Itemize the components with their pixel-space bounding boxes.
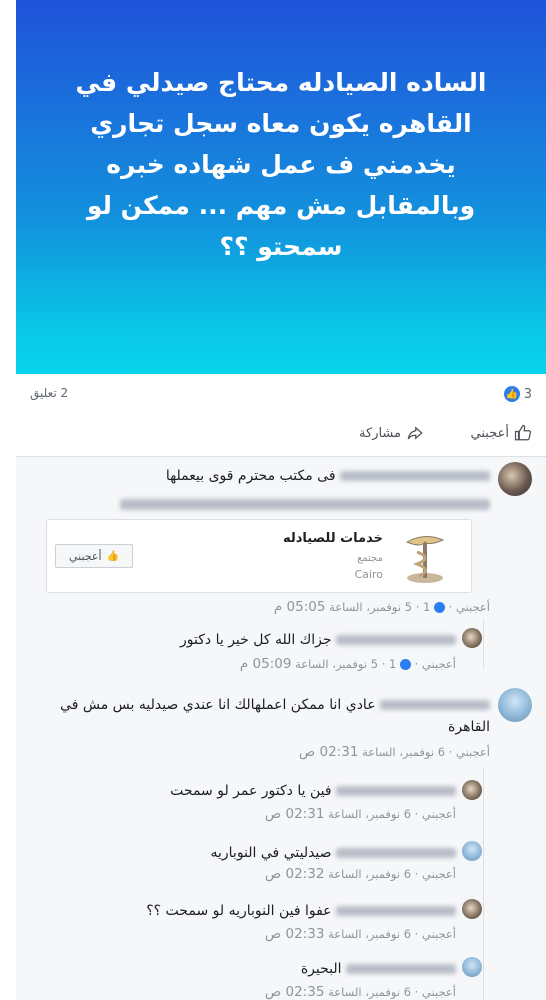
like-badge-icon <box>434 602 446 613</box>
share-arrow-icon <box>407 426 423 440</box>
comment-author-blurred[interactable] <box>340 471 490 481</box>
post-image-banner[interactable]: الساده الصيادله محتاج صيدلي في القاهره ي… <box>16 0 546 374</box>
comment-4: فين يا دكتور عمر لو سمحت <box>56 781 456 801</box>
page-category: مجتمع <box>357 553 383 564</box>
page-logo <box>393 526 457 586</box>
avatar[interactable] <box>462 841 482 861</box>
comment-3: عادي انا ممكن اعملهالك انا عندي صيدليه ب… <box>60 697 490 735</box>
like-badge-icon <box>400 659 412 670</box>
comment-5: صيدليتي في النوباريه <box>56 843 456 863</box>
comment-author-blurred[interactable] <box>336 848 456 858</box>
thumbs-up-icon: 👍 <box>106 550 119 562</box>
reply-thread-line <box>483 768 484 1000</box>
post-text: الساده الصيادله محتاج صيدلي في القاهره ي… <box>75 68 487 261</box>
comment-1-meta: أعجبني · 1 · 5 نوفمبر، الساعة 05:05 م <box>273 599 490 615</box>
comment-2: جزاك الله كل خير يا دكتور <box>56 630 456 650</box>
like-button[interactable]: أعجبني <box>471 424 532 442</box>
avatar[interactable] <box>462 957 482 977</box>
comment-1: فى مكتب محترم قوى بيعملها <box>50 466 490 486</box>
avatar[interactable] <box>498 688 532 722</box>
comment-5-meta: أعجبني · 6 نوفمبر، الساعة 02:32 ص <box>264 866 456 882</box>
comment-author-blurred[interactable] <box>380 700 490 710</box>
comment-2-meta: أعجبني · 1 · 5 نوفمبر، الساعة 05:09 م <box>239 656 456 672</box>
comment-link-blurred[interactable] <box>120 494 490 510</box>
avatar[interactable] <box>462 628 482 648</box>
comment-count[interactable]: 2 تعليق <box>30 386 68 400</box>
like-badge-icon: 👍 <box>503 386 520 402</box>
avatar[interactable] <box>498 462 532 496</box>
page-title[interactable]: خدمات للصيادله <box>283 531 383 546</box>
avatar[interactable] <box>462 780 482 800</box>
comment-6-meta: أعجبني · 6 نوفمبر، الساعة 02:33 ص <box>264 926 456 942</box>
share-button[interactable]: مشاركة <box>359 424 424 442</box>
reactions-bar: 👍 3 2 تعليق <box>16 374 546 417</box>
like-count[interactable]: 👍 3 <box>503 386 532 402</box>
comment-7-meta: أعجبني · 6 نوفمبر، الساعة 02:35 ص <box>264 984 456 1000</box>
comment-author-blurred[interactable] <box>336 786 456 796</box>
comment-4-meta: أعجبني · 6 نوفمبر، الساعة 02:31 ص <box>264 806 456 822</box>
comment-6: عفوا فين النوباريه لو سمحت ؟؟ <box>56 901 456 921</box>
comment-3-meta: أعجبني · 6 نوفمبر، الساعة 02:31 ص <box>298 744 490 760</box>
comment-author-blurred[interactable] <box>336 635 456 645</box>
avatar[interactable] <box>462 899 482 919</box>
caduceus-icon <box>405 536 445 583</box>
comment-author-blurred[interactable] <box>336 906 456 916</box>
comment-7: البحيرة <box>56 959 456 979</box>
reply-thread-line <box>483 620 484 668</box>
post-actions: أعجبني مشاركة <box>16 416 546 457</box>
page-like-button[interactable]: أعجبني 👍 <box>55 544 133 568</box>
page-location: Cairo <box>354 568 384 581</box>
page-preview-card[interactable]: خدمات للصيادله مجتمع Cairo أعجبني 👍 <box>46 519 472 593</box>
comment-author-blurred[interactable] <box>346 964 456 974</box>
thumbs-up-icon <box>514 424 531 441</box>
